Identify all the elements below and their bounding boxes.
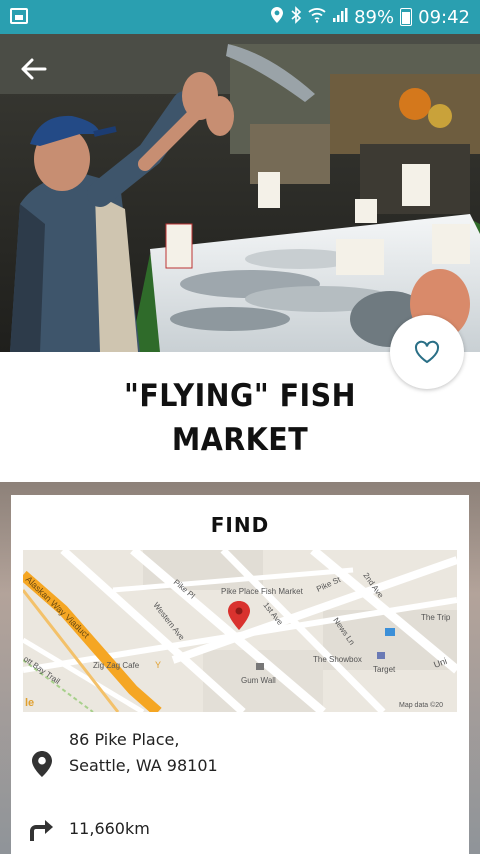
battery-icon xyxy=(400,8,413,26)
map-label-target: Target xyxy=(373,665,396,674)
battery-percent: 89% xyxy=(354,6,395,28)
location-map[interactable]: Pike Place Fish Market Pike Pl Pike St W… xyxy=(23,550,457,712)
ticket-icon xyxy=(377,652,385,659)
back-arrow-icon xyxy=(21,58,47,80)
map-attribution: Map data ©20 xyxy=(399,701,443,709)
back-button[interactable] xyxy=(18,54,48,84)
signal-icon xyxy=(332,7,348,28)
title-line-1: "FLYING" FISH xyxy=(124,378,356,414)
gallery-notification-icon xyxy=(10,8,28,24)
address-line-2: Seattle, WA 98101 xyxy=(69,756,218,775)
address[interactable]: 86 Pike Place, Seattle, WA 98101 xyxy=(69,727,218,779)
clock: 09:42 xyxy=(418,6,470,28)
find-card: FIND Pike Place Fish Market Pike Pl Pike xyxy=(11,495,469,854)
status-bar: 89% 09:42 xyxy=(0,0,480,34)
cocktail-icon: Y xyxy=(155,660,161,670)
favorite-button[interactable] xyxy=(390,315,464,389)
map-label-showbox: The Showbox xyxy=(313,655,362,664)
hero-photo xyxy=(0,34,480,352)
location-pin-icon xyxy=(32,751,52,777)
distance[interactable]: 11,660km xyxy=(69,819,150,838)
wifi-icon xyxy=(308,7,326,28)
directions-icon xyxy=(30,820,53,841)
map-label-the-trip: The Trip xyxy=(421,613,451,622)
page-title: "FLYING" FISH MARKET xyxy=(56,374,424,462)
map-label-gum-wall: Gum Wall xyxy=(241,676,276,685)
map-label-zigzag-cafe: Zig Zag Cafe xyxy=(93,661,140,670)
map-label-fish-market: Pike Place Fish Market xyxy=(221,587,304,596)
heart-icon xyxy=(414,340,440,364)
camera-icon xyxy=(256,663,264,670)
google-logo: le xyxy=(25,697,34,709)
shop-icon xyxy=(385,628,395,636)
location-icon xyxy=(270,6,284,29)
bluetooth-icon xyxy=(290,5,302,29)
title-line-2: MARKET xyxy=(171,422,309,458)
find-heading: FIND xyxy=(210,513,270,537)
status-icons: 89% 09:42 xyxy=(270,5,470,29)
address-line-1: 86 Pike Place, xyxy=(69,730,180,749)
